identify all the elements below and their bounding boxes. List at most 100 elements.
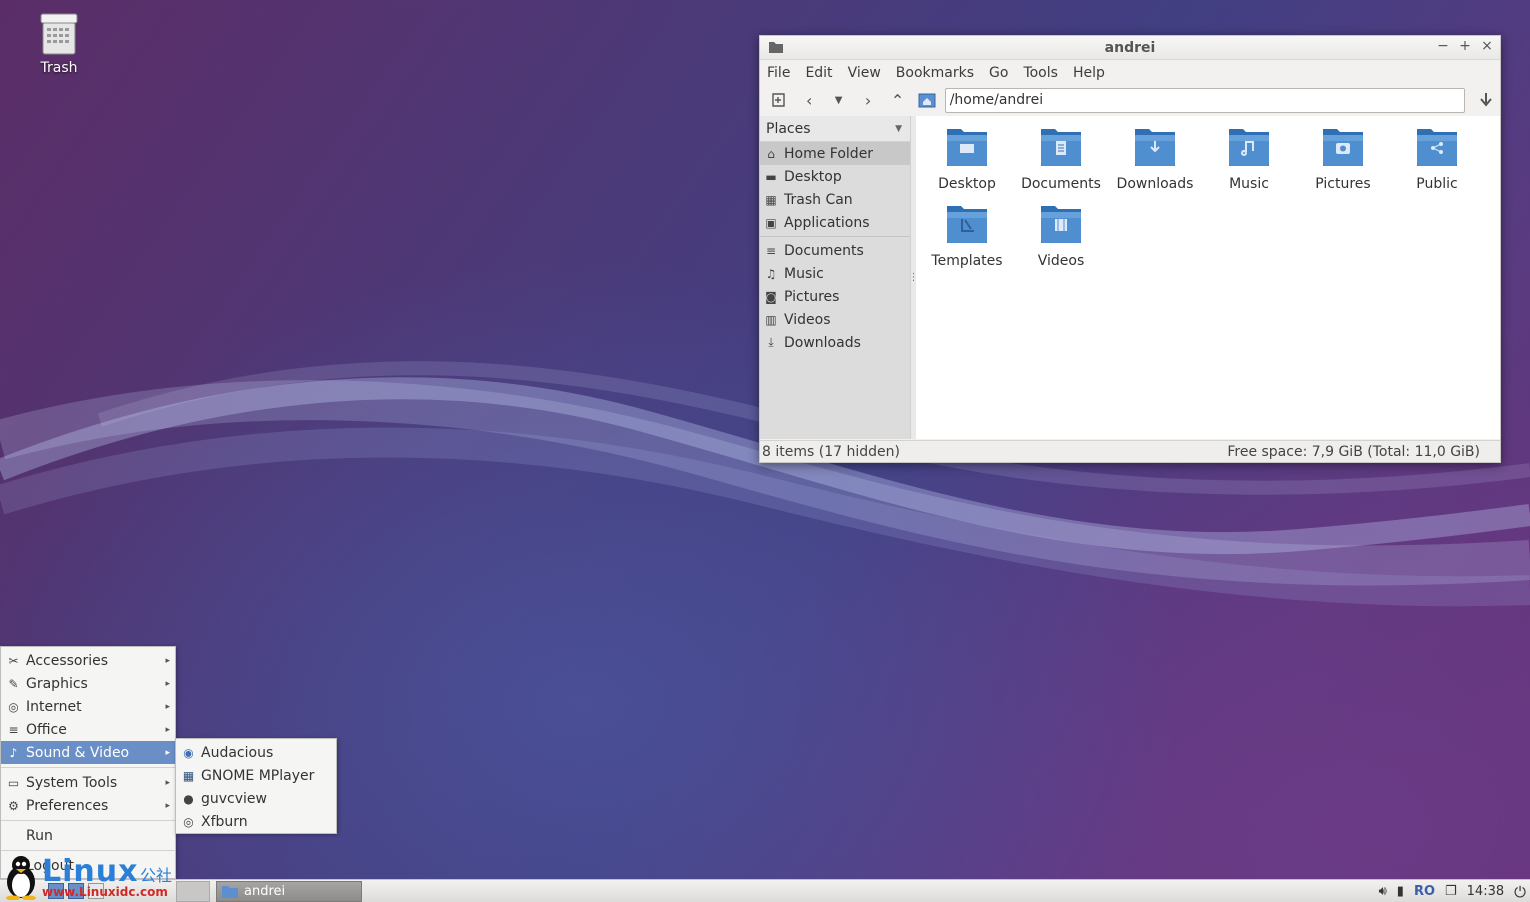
menu-item-audacious[interactable]: ◉ Audacious [176,741,336,764]
graphics-icon: ✎ [8,676,19,691]
toolbar: ‹ ▼ › ⌃ /home/andrei [760,85,1500,115]
go-button[interactable] [1473,87,1500,113]
sidebar-item-applications[interactable]: ▣ Applications [760,211,910,234]
history-button[interactable]: ▼ [825,87,852,113]
menu-item-label: Sound & Video [26,744,130,761]
menu-item-label: guvcview [201,790,267,807]
menu-file[interactable]: File [767,65,790,81]
trash-icon: ▦ [765,192,777,207]
battery-icon[interactable]: ▮ [1397,884,1404,899]
file-manager-window: andrei − + × File Edit View Bookmarks Go… [759,35,1501,463]
menu-item-label: Accessories [26,652,109,669]
chevron-left-icon: ‹ [805,90,813,110]
submenu-arrow-icon: ▸ [165,800,170,811]
maximize-button[interactable]: + [1458,38,1472,54]
download-icon: ⤓ [768,335,774,349]
submenu-arrow-icon: ▸ [165,747,170,758]
sidebar-item-label: Documents [784,242,864,259]
back-button[interactable]: ‹ [795,87,822,113]
new-tab-button[interactable] [766,87,793,113]
menu-item-accessories[interactable]: ✂ Accessories ▸ [1,649,175,672]
places-header[interactable]: Places ▼ [760,116,910,142]
desktop-icon-label: Trash [40,60,78,76]
menu-item-preferences[interactable]: ⚙ Preferences ▸ [1,794,175,817]
menu-item-label: Graphics [26,675,88,692]
desktop-trash-icon[interactable]: Trash [22,12,96,76]
keyboard-layout[interactable]: RO [1414,884,1435,899]
folder-item-downloads[interactable]: Downloads [1110,126,1200,192]
menu-tools[interactable]: Tools [1023,65,1058,81]
applications-icon: ▣ [765,215,777,230]
folder-item-public[interactable]: Public [1392,126,1482,192]
menu-view[interactable]: View [848,65,881,81]
clock[interactable]: 14:38 [1467,884,1504,899]
folder-item-music[interactable]: Music [1204,126,1294,192]
home-location-button[interactable] [913,87,940,113]
location-input[interactable]: /home/andrei [944,87,1465,113]
home-icon: ⌂ [767,146,775,161]
up-button[interactable]: ⌃ [884,87,911,113]
folder-document-icon [1041,129,1081,166]
sidebar-item-music[interactable]: ♫ Music [760,262,910,285]
sidebar-item-trash-can[interactable]: ▦ Trash Can [760,188,910,211]
menu-bookmarks[interactable]: Bookmarks [896,65,974,81]
chevron-up-icon: ⌃ [890,90,905,110]
menu-item-run[interactable]: Run [1,824,175,847]
minimize-button[interactable]: − [1436,38,1450,54]
close-button[interactable]: × [1480,38,1494,54]
menu-go[interactable]: Go [989,65,1008,81]
sidebar-item-label: Trash Can [784,191,853,208]
sidebar-item-home-folder[interactable]: ⌂ Home Folder [760,142,910,165]
menu-item-internet[interactable]: ◎ Internet ▸ [1,695,175,718]
free-space: Free space: 7,9 GiB (Total: 11,0 GiB) [1227,443,1480,460]
submenu-arrow-icon: ▸ [165,701,170,712]
webcam-icon: ● [183,791,194,806]
submenu-arrow-icon: ▸ [165,724,170,735]
menu-item-label: Internet [26,698,82,715]
folder-item-desktop[interactable]: Desktop [922,126,1012,192]
title-bar[interactable]: andrei − + × [760,36,1500,60]
network-icon[interactable]: ❐ [1445,884,1457,899]
go-arrow-icon [1480,93,1493,107]
document-icon: ≡ [765,243,777,258]
desktop-icon: ▬ [765,169,777,184]
tux-logo-icon [6,856,36,900]
folder-label: Documents [1021,176,1101,192]
menu-item-sound-video[interactable]: ♪ Sound & Video ▸ [1,741,175,764]
menu-edit[interactable]: Edit [805,65,832,81]
menu-separator [1,850,175,851]
menu-item-graphics[interactable]: ✎ Graphics ▸ [1,672,175,695]
sidebar-item-desktop[interactable]: ▬ Desktop [760,165,910,188]
workspace-pager[interactable] [176,880,210,902]
menu-item-guvcview[interactable]: ● guvcview [176,787,336,810]
sidebar-item-label: Downloads [784,334,861,351]
sidebar-item-documents[interactable]: ≡ Documents [760,239,910,262]
multimedia-icon: ♪ [9,745,18,760]
taskbar-window-button[interactable]: andrei [216,880,362,902]
menu-item-label: GNOME MPlayer [201,767,315,784]
preferences-icon: ⚙ [8,798,19,813]
folder-music-icon [1229,129,1269,166]
folder-label: Templates [931,253,1003,269]
sidebar-item-videos[interactable]: ▥ Videos [760,308,910,331]
accessories-icon: ✂ [8,653,19,668]
folder-item-documents[interactable]: Documents [1016,126,1106,192]
volume-icon[interactable]: 🔊︎ [1379,884,1387,899]
power-icon[interactable]: ⏻ [1514,883,1526,901]
forward-button[interactable]: › [854,87,881,113]
menu-item-office[interactable]: ≡ Office ▸ [1,718,175,741]
sidebar-divider [760,236,910,237]
folder-item-videos[interactable]: Videos [1016,203,1106,269]
sidebar-item-label: Videos [784,311,831,328]
sidebar-item-pictures[interactable]: ◙ Pictures [760,285,910,308]
menu-help[interactable]: Help [1073,65,1105,81]
watermark-brand: Linux [42,854,139,889]
status-bar: 8 items (17 hidden) Free space: 7,9 GiB … [760,440,1500,462]
menu-item-gnome-mplayer[interactable]: ▦ GNOME MPlayer [176,764,336,787]
picture-icon: ◙ [765,289,777,304]
menu-item-system-tools[interactable]: ▭ System Tools ▸ [1,771,175,794]
folder-item-templates[interactable]: Templates [922,203,1012,269]
folder-item-pictures[interactable]: Pictures [1298,126,1388,192]
sidebar-item-downloads[interactable]: ⤓ Downloads [760,331,910,354]
menu-item-xfburn[interactable]: ◎ Xfburn [176,810,336,833]
